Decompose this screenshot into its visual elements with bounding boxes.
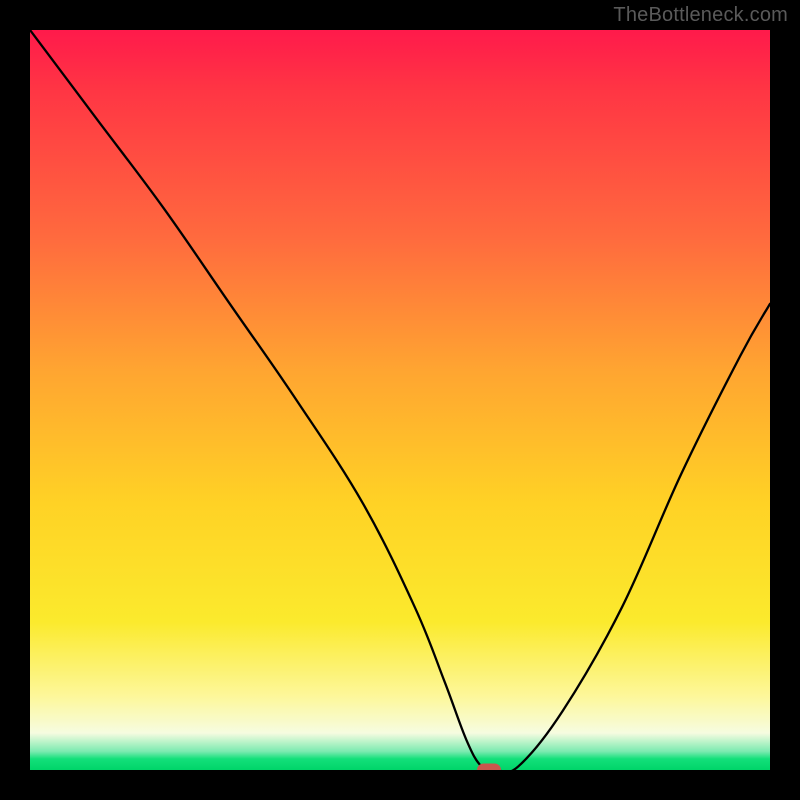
plot-area: [30, 30, 770, 770]
watermark-text: TheBottleneck.com: [613, 4, 788, 27]
chart-frame: TheBottleneck.com: [0, 0, 800, 800]
bottleneck-curve: [30, 30, 770, 770]
optimal-marker: [477, 764, 501, 771]
